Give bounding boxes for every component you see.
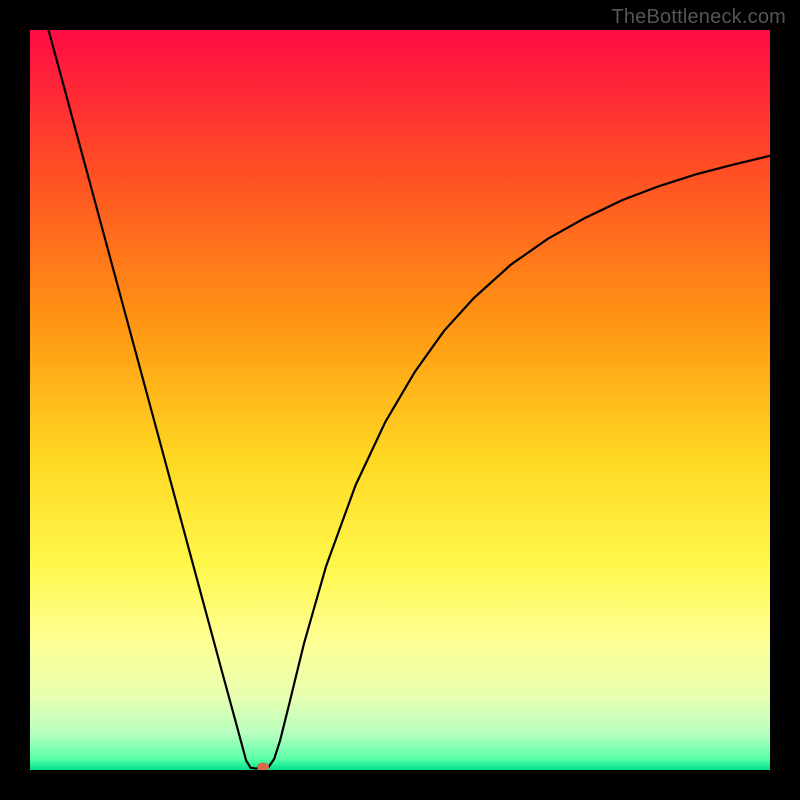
chart-svg [30,30,770,770]
background-rect [30,30,770,770]
watermark-text: TheBottleneck.com [611,6,786,29]
plot-area [30,30,770,770]
chart-frame: TheBottleneck.com [0,0,800,800]
